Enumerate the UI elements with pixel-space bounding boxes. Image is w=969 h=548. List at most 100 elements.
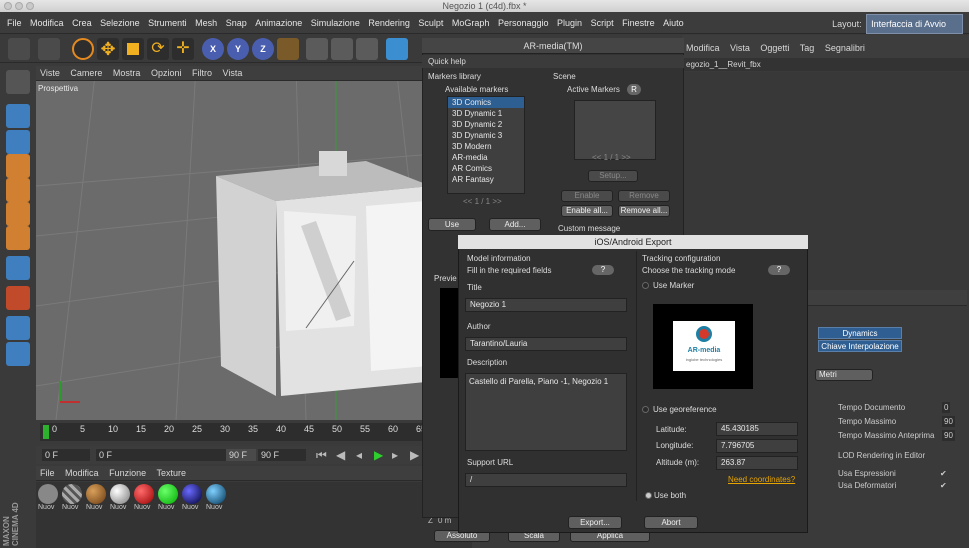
longitude-input[interactable]: 7.796705 bbox=[716, 439, 798, 453]
material-swatch[interactable] bbox=[158, 484, 178, 504]
material-swatch[interactable] bbox=[38, 484, 58, 504]
model-help-button[interactable]: ? bbox=[592, 265, 614, 275]
viewport-menu-vista[interactable]: Vista bbox=[222, 68, 242, 78]
viewport-menu-camere[interactable]: Camere bbox=[70, 68, 102, 78]
om-menu-segnalibri[interactable]: Segnalibri bbox=[825, 43, 865, 53]
author-input[interactable]: Tarantino/Lauria bbox=[465, 337, 627, 351]
use-both-radio[interactable] bbox=[645, 492, 652, 499]
lock-workplane-icon[interactable] bbox=[6, 342, 30, 366]
mat-menu-modifica[interactable]: Modifica bbox=[65, 468, 99, 478]
mat-menu-file[interactable]: File bbox=[40, 468, 55, 478]
title-input[interactable]: Negozio 1 bbox=[465, 298, 627, 312]
object-row[interactable]: egozio_1__Revit_fbx bbox=[682, 58, 969, 71]
x-axis-icon[interactable]: X bbox=[202, 38, 224, 60]
points-mode-icon[interactable] bbox=[6, 178, 30, 202]
playhead-marker[interactable] bbox=[43, 425, 49, 439]
menu-mesh[interactable]: Mesh bbox=[195, 18, 217, 28]
description-input[interactable]: Castello di Parella, Piano -1, Negozio 1 bbox=[465, 373, 627, 451]
play-icon[interactable]: ▶ bbox=[374, 446, 383, 464]
setup-button[interactable]: Setup... bbox=[588, 170, 638, 182]
menu-mograph[interactable]: MoGraph bbox=[452, 18, 490, 28]
menu-plugin[interactable]: Plugin bbox=[557, 18, 582, 28]
use-button[interactable]: Use bbox=[428, 218, 476, 231]
timeline-ruler[interactable]: 0 5 10 15 20 25 30 35 40 45 50 55 60 65 bbox=[40, 423, 470, 441]
menu-strumenti[interactable]: Strumenti bbox=[148, 18, 187, 28]
tracking-help-button[interactable]: ? bbox=[768, 265, 790, 275]
next-key-icon[interactable]: ▶ bbox=[410, 446, 419, 464]
menu-script[interactable]: Script bbox=[591, 18, 614, 28]
menu-sculpt[interactable]: Sculpt bbox=[418, 18, 443, 28]
abort-button[interactable]: Abort bbox=[644, 516, 698, 529]
marker-item[interactable]: 3D Dynamic 1 bbox=[448, 108, 524, 119]
menu-finestre[interactable]: Finestre bbox=[622, 18, 655, 28]
use-georeference-radio[interactable] bbox=[642, 406, 649, 413]
snap-icon[interactable] bbox=[6, 286, 30, 310]
polygons-mode-icon[interactable] bbox=[6, 226, 30, 250]
menu-personaggio[interactable]: Personaggio bbox=[498, 18, 549, 28]
rotate-icon[interactable]: ⟳ bbox=[147, 38, 169, 60]
scale-icon[interactable] bbox=[122, 38, 144, 60]
marker-item[interactable]: 3D Modern bbox=[448, 141, 524, 152]
viewport[interactable] bbox=[36, 66, 472, 420]
enable-button[interactable]: Enable bbox=[561, 190, 613, 202]
layout-dropdown[interactable]: Interfaccia di Avvio bbox=[866, 14, 963, 34]
marker-item[interactable]: 3D Comics bbox=[448, 97, 524, 108]
z-axis-icon[interactable]: Z bbox=[252, 38, 274, 60]
prop-tempo-massimo-field[interactable]: 90 bbox=[942, 416, 955, 427]
support-url-input[interactable]: / bbox=[465, 473, 627, 487]
material-swatch[interactable] bbox=[62, 484, 82, 504]
cube-icon[interactable] bbox=[386, 38, 408, 60]
close-window-icon[interactable] bbox=[4, 2, 12, 10]
viewport-menu-mostra[interactable]: Mostra bbox=[113, 68, 141, 78]
need-coordinates-link[interactable]: Need coordinates? bbox=[728, 475, 795, 484]
menu-rendering[interactable]: Rendering bbox=[368, 18, 410, 28]
material-swatch[interactable] bbox=[206, 484, 226, 504]
edges-mode-icon[interactable] bbox=[6, 202, 30, 226]
menu-modifica[interactable]: Modifica bbox=[30, 18, 64, 28]
coordinate-system-icon[interactable] bbox=[277, 38, 299, 60]
prev-frame-icon[interactable]: ◂ bbox=[356, 446, 362, 464]
active-markers-list[interactable] bbox=[574, 100, 656, 160]
usa-espressioni-check-icon[interactable]: ✔ bbox=[940, 468, 947, 479]
om-menu-oggetti[interactable]: Oggetti bbox=[760, 43, 789, 53]
menu-aiuto[interactable]: Aiuto bbox=[663, 18, 684, 28]
render-settings-icon[interactable] bbox=[356, 38, 378, 60]
prop-tempo-anteprima-field[interactable]: 90 bbox=[942, 430, 955, 441]
export-button[interactable]: Export... bbox=[568, 516, 622, 529]
tab-chiave-interpolazione[interactable]: Chiave Interpolazione bbox=[818, 340, 902, 352]
marker-item[interactable]: AR-media bbox=[448, 152, 524, 163]
enable-axis-icon[interactable] bbox=[6, 256, 30, 280]
active-markers-r-button[interactable]: R bbox=[627, 84, 641, 95]
enable-all-button[interactable]: Enable all... bbox=[561, 205, 613, 217]
prop-tempo-documento-field[interactable]: 0 bbox=[942, 402, 951, 413]
usa-deformatori-check-icon[interactable]: ✔ bbox=[940, 480, 947, 491]
menu-simulazione[interactable]: Simulazione bbox=[311, 18, 360, 28]
mat-menu-funzione[interactable]: Funzione bbox=[109, 468, 146, 478]
tab-dynamics[interactable]: Dynamics bbox=[818, 327, 902, 339]
quick-help-menu[interactable]: Quick help bbox=[422, 55, 684, 68]
goto-start-icon[interactable]: ⏮ bbox=[316, 446, 327, 464]
end-frame-slider[interactable]: 90 F bbox=[226, 449, 256, 461]
material-swatch[interactable] bbox=[182, 484, 202, 504]
menu-file[interactable]: File bbox=[7, 18, 22, 28]
menu-snap[interactable]: Snap bbox=[226, 18, 247, 28]
scene-pager[interactable]: << 1 / 1 >> bbox=[592, 153, 631, 162]
model-mode-icon[interactable] bbox=[6, 104, 30, 128]
altitude-input[interactable]: 263.87 bbox=[716, 456, 798, 470]
zoom-window-icon[interactable] bbox=[26, 2, 34, 10]
menu-crea[interactable]: Crea bbox=[72, 18, 92, 28]
marker-item[interactable]: AR Comics bbox=[448, 163, 524, 174]
move-icon[interactable]: ✥ bbox=[97, 38, 119, 60]
render-picture-viewer-icon[interactable] bbox=[331, 38, 353, 60]
transform-icon[interactable]: ✛ bbox=[172, 38, 194, 60]
marker-item[interactable]: 3D Dynamic 3 bbox=[448, 130, 524, 141]
minimize-window-icon[interactable] bbox=[15, 2, 23, 10]
start-frame-field[interactable]: 0 F bbox=[96, 449, 246, 461]
next-frame-icon[interactable]: ▸ bbox=[392, 446, 398, 464]
y-axis-icon[interactable]: Y bbox=[227, 38, 249, 60]
om-menu-modifica[interactable]: Modifica bbox=[686, 43, 720, 53]
library-pager[interactable]: << 1 / 1 >> bbox=[463, 197, 502, 206]
menu-animazione[interactable]: Animazione bbox=[255, 18, 302, 28]
workplane-icon[interactable] bbox=[6, 154, 30, 178]
remove-button[interactable]: Remove bbox=[618, 190, 670, 202]
